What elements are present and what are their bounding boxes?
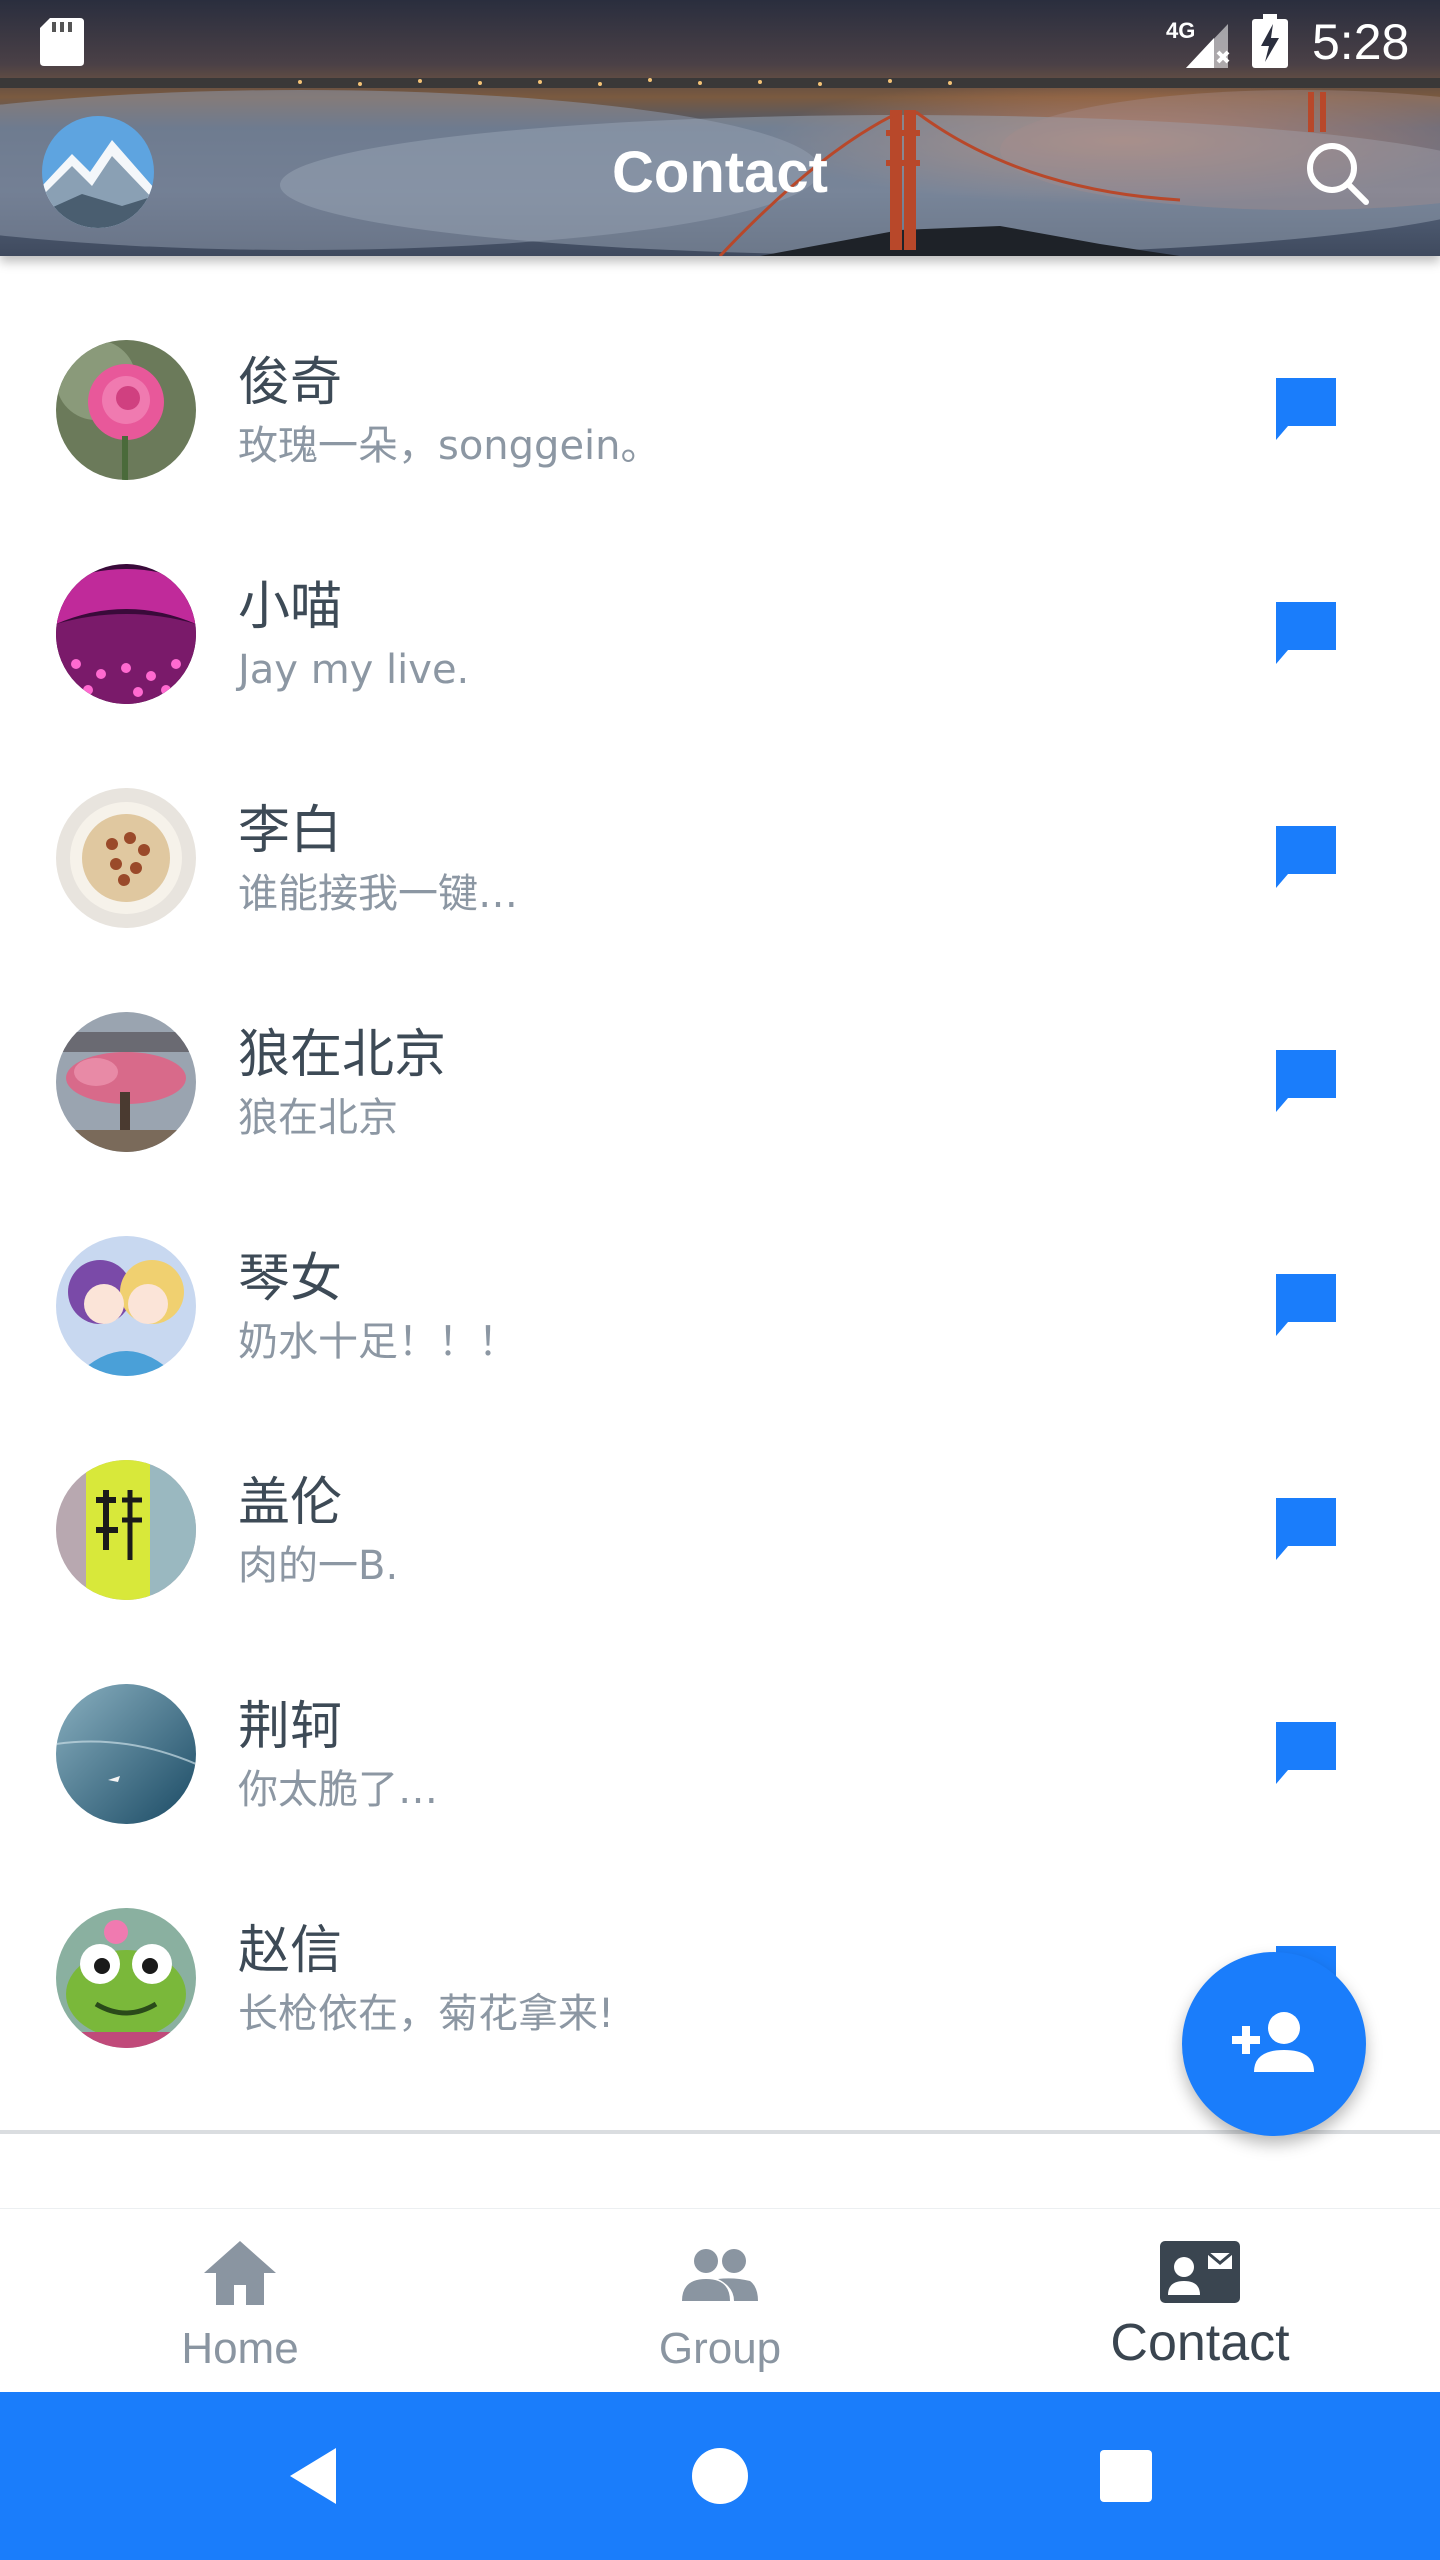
- contact-message: 长枪依在，菊花拿来!: [238, 1991, 615, 2037]
- battery-charging-icon: [1252, 14, 1288, 68]
- can-avatar-image: [56, 1460, 196, 1600]
- sea-avatar-image: [56, 1684, 196, 1824]
- contact-avatar: [56, 1236, 196, 1376]
- status-bar: 4G 5:28: [0, 0, 1440, 84]
- contact-message: 谁能接我一键…: [238, 871, 518, 917]
- chat-button[interactable]: [1270, 822, 1342, 894]
- contact-avatar: [56, 1684, 196, 1824]
- contact-name: 小喵: [238, 577, 343, 637]
- contact-avatar: [56, 1012, 196, 1152]
- contact-list: 俊奇 玫瑰一朵，songgein。 小喵 Jay my live. 李白 谁能接…: [0, 256, 1440, 2134]
- sd-card-icon: [40, 18, 84, 66]
- chat-button[interactable]: [1270, 598, 1342, 670]
- contact-avatar: [56, 788, 196, 928]
- chat-button[interactable]: [1270, 1718, 1342, 1790]
- contact-name: 李白: [238, 801, 343, 861]
- rose-avatar-image: [56, 340, 196, 480]
- system-nav-bar: [0, 2392, 1440, 2560]
- search-button[interactable]: [1300, 136, 1374, 210]
- contact-avatar: [56, 340, 196, 480]
- recents-icon: [1100, 2450, 1152, 2502]
- chat-icon: [1276, 826, 1336, 888]
- chat-button[interactable]: [1270, 1494, 1342, 1566]
- back-button[interactable]: [276, 2436, 356, 2516]
- contact-message: Jay my live.: [238, 647, 470, 693]
- search-icon: [1307, 143, 1369, 205]
- chat-button[interactable]: [1270, 374, 1342, 446]
- tab-label: Group: [658, 2324, 782, 2373]
- contact-card-icon: [1160, 2241, 1240, 2303]
- contact-row[interactable]: 荆轲 你太脆了…: [0, 1600, 1440, 1824]
- bottom-tab-bar: Home Group Contact: [0, 2208, 1440, 2392]
- contact-row[interactable]: 琴女 奶水十足！！！: [0, 1152, 1440, 1376]
- contact-message: 奶水十足！！！: [238, 1319, 518, 1365]
- chat-button[interactable]: [1270, 1270, 1342, 1342]
- contact-name: 荆轲: [238, 1697, 343, 1757]
- home-button[interactable]: [680, 2436, 760, 2516]
- chat-button[interactable]: [1270, 1046, 1342, 1118]
- blossom-tree-avatar-image: [56, 1012, 196, 1152]
- contact-avatar: [56, 1460, 196, 1600]
- contact-message: 你太脆了…: [238, 1767, 438, 1813]
- home-circle-icon: [692, 2448, 748, 2504]
- anime-avatar-image: [56, 1236, 196, 1376]
- tab-home[interactable]: Home: [0, 2209, 480, 2393]
- noodles-avatar-image: [56, 788, 196, 928]
- concert-avatar-image: [56, 564, 196, 704]
- chat-icon: [1276, 1274, 1336, 1336]
- add-person-icon: [1232, 2012, 1314, 2072]
- chat-icon: [1276, 1498, 1336, 1560]
- contact-row[interactable]: 俊奇 玫瑰一朵，songgein。: [0, 256, 1440, 480]
- contact-row[interactable]: 盖伦 肉的一B.: [0, 1376, 1440, 1600]
- chat-icon: [1276, 602, 1336, 664]
- contact-name: 俊奇: [238, 353, 343, 413]
- status-time: 5:28: [1312, 14, 1410, 70]
- profile-avatar[interactable]: [42, 116, 154, 228]
- contact-row[interactable]: 小喵 Jay my live.: [0, 480, 1440, 704]
- contact-name: 盖伦: [238, 1473, 343, 1533]
- tab-label: Contact: [1110, 2314, 1290, 2372]
- chat-icon: [1276, 1722, 1336, 1784]
- contact-message: 肉的一B.: [238, 1543, 399, 1589]
- frog-avatar-image: [56, 1908, 196, 2048]
- tab-group[interactable]: Group: [480, 2209, 960, 2393]
- contact-avatar: [56, 564, 196, 704]
- contact-avatar: [56, 1908, 196, 2048]
- contact-row[interactable]: 李白 谁能接我一键…: [0, 704, 1440, 928]
- signal-icon: 4G: [1166, 18, 1230, 68]
- back-icon: [290, 2448, 336, 2504]
- app-header: 4G 5:28 Contact: [0, 0, 1440, 256]
- contact-name: 狼在北京: [238, 1025, 447, 1085]
- chat-icon: [1276, 378, 1336, 440]
- contact-row[interactable]: 狼在北京 狼在北京: [0, 928, 1440, 1152]
- recents-button[interactable]: [1086, 2436, 1166, 2516]
- group-icon: [682, 2249, 758, 2301]
- home-icon: [204, 2241, 276, 2305]
- list-divider: [0, 2130, 1440, 2134]
- page-title: Contact: [612, 140, 828, 205]
- add-contact-button[interactable]: [1182, 1952, 1366, 2136]
- contact-message: 狼在北京: [238, 1095, 398, 1141]
- contact-name: 琴女: [238, 1249, 343, 1309]
- tab-label: Home: [181, 2324, 299, 2373]
- contact-name: 赵信: [238, 1921, 343, 1981]
- network-type-label: 4G: [1166, 18, 1195, 43]
- tab-contact[interactable]: Contact: [960, 2209, 1440, 2393]
- mountain-avatar-image: [42, 116, 154, 228]
- chat-icon: [1276, 1050, 1336, 1112]
- contact-message: 玫瑰一朵，songgein。: [238, 423, 661, 469]
